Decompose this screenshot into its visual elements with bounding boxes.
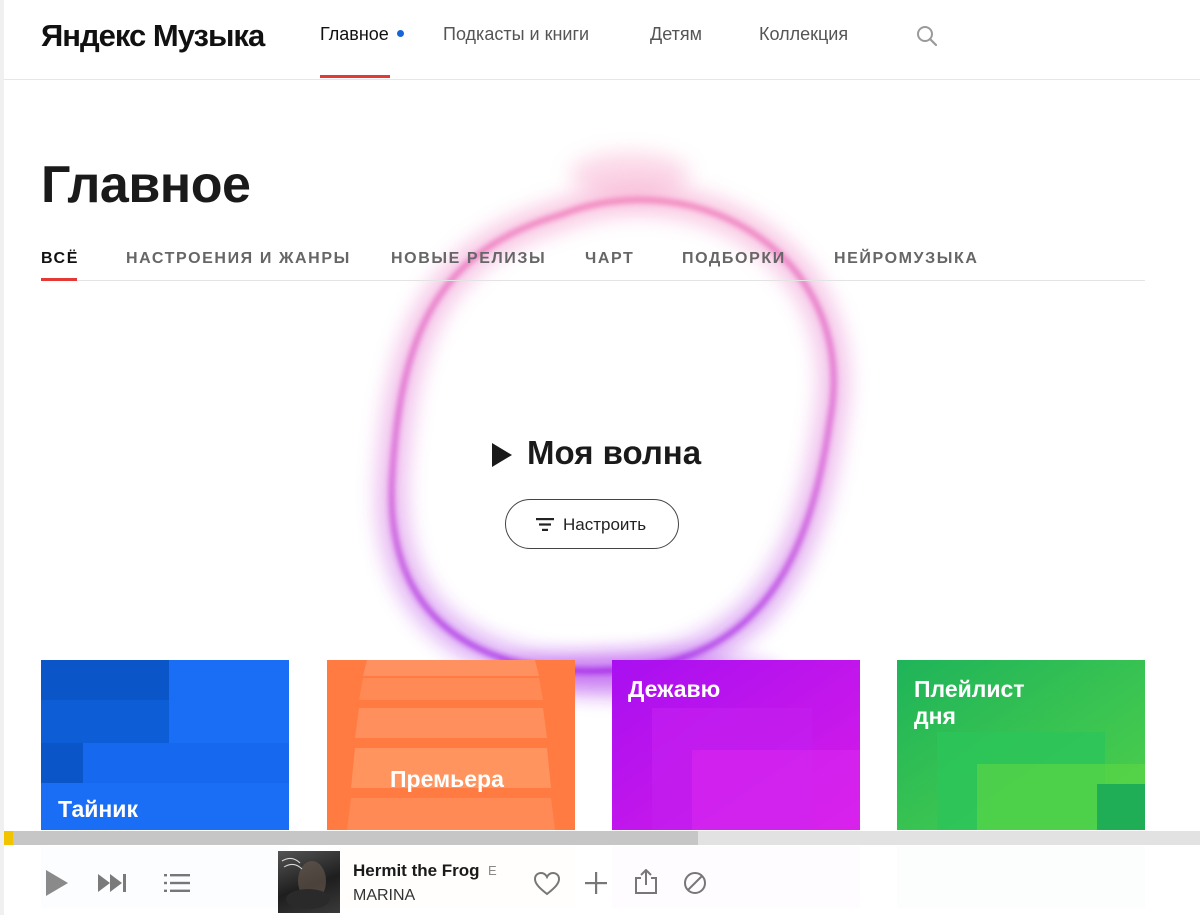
my-wave-title[interactable]: Моя волна — [527, 434, 701, 472]
playlist-card-tainik[interactable]: Тайник — [41, 660, 289, 830]
play-icon[interactable] — [492, 443, 512, 467]
heart-icon[interactable] — [534, 872, 560, 896]
new-indicator-dot — [396, 29, 404, 37]
track-title[interactable]: Hermit the Frog — [353, 861, 480, 881]
logo[interactable]: Яндекс Музыка — [41, 18, 265, 54]
explicit-badge: E — [488, 863, 497, 878]
nav-podcasts[interactable]: Подкасты и книги — [443, 24, 589, 45]
progress-marker — [4, 831, 13, 845]
card-label: Дежавю — [628, 676, 721, 702]
share-icon[interactable] — [634, 869, 658, 895]
play-icon[interactable] — [44, 869, 70, 897]
tab-moods-genres[interactable]: НАСТРОЕНИЯ И ЖАНРЫ — [126, 250, 351, 268]
tab-all[interactable]: ВСЁ — [41, 250, 79, 268]
nav-main[interactable]: Главное — [320, 24, 404, 45]
nav-active-underline — [320, 75, 390, 78]
block-icon[interactable] — [683, 871, 707, 895]
card-label: Премьера — [390, 766, 504, 792]
nav-main-label: Главное — [320, 24, 389, 44]
left-edge — [0, 0, 4, 915]
top-header: Яндекс Музыка Главное Подкасты и книги Д… — [4, 0, 1200, 80]
playlist-card-playlist-of-day[interactable]: Плейлист дня — [897, 660, 1145, 830]
page-title: Главное — [41, 156, 251, 214]
playlist-card-dejavu[interactable]: Дежавю — [612, 660, 860, 830]
next-icon[interactable] — [98, 873, 130, 893]
tab-new-releases[interactable]: НОВЫЕ РЕЛИЗЫ — [391, 250, 546, 268]
tab-collections[interactable]: ПОДБОРКИ — [682, 250, 786, 268]
tab-chart[interactable]: ЧАРТ — [585, 250, 634, 268]
add-icon[interactable] — [585, 872, 607, 894]
queue-icon[interactable] — [164, 873, 190, 893]
playback-progress-bar[interactable] — [4, 831, 1200, 845]
filter-icon — [536, 518, 554, 531]
playlist-card-premiere[interactable]: Премьера — [327, 660, 575, 830]
tune-wave-button[interactable]: Настроить — [505, 499, 679, 549]
nav-collection[interactable]: Коллекция — [759, 24, 848, 45]
album-art — [281, 857, 330, 909]
card-label: Тайник — [58, 796, 138, 822]
card-label: Плейлист дня — [914, 676, 1025, 729]
tune-label: Настроить — [563, 515, 647, 534]
card-art — [327, 660, 575, 830]
album-cover[interactable] — [278, 851, 340, 913]
track-artist[interactable]: MARINA — [353, 887, 415, 905]
player-bar: Hermit the Frog E MARINA — [4, 845, 1200, 915]
nav-kids[interactable]: Детям — [650, 24, 702, 45]
search-icon[interactable] — [916, 25, 938, 47]
tab-neuromusic[interactable]: НЕЙРОМУЗЫКА — [834, 250, 979, 268]
progress-fill — [4, 831, 698, 845]
tab-active-underline — [41, 278, 77, 281]
tabs-divider — [41, 280, 1145, 281]
